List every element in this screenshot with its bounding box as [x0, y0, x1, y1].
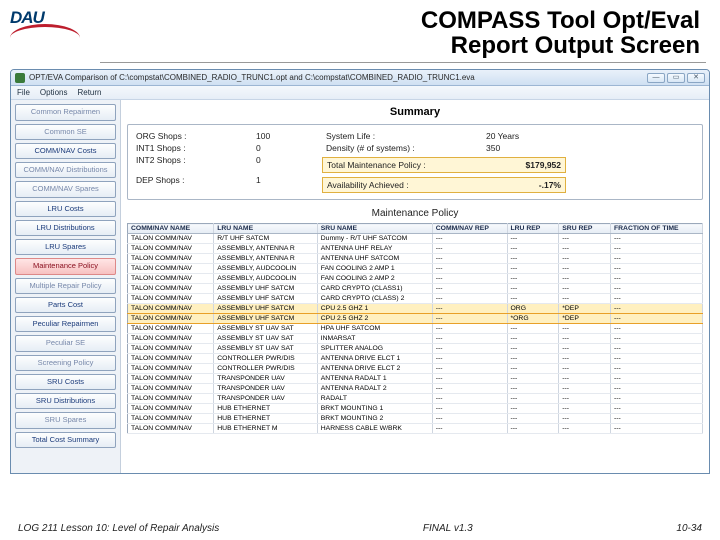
sidebar-item-5[interactable]: LRU Costs — [15, 201, 116, 217]
maximize-button[interactable]: ▭ — [667, 73, 685, 83]
table-row[interactable]: TALON COMM/NAVASSEMBLY, ANTENNA RANTENNA… — [128, 244, 703, 254]
sidebar-item-17[interactable]: Total Cost Summary — [15, 432, 116, 448]
sidebar-item-3[interactable]: COMM/NAV Distributions — [15, 162, 116, 178]
policy-table: COMM/NAV NAMELRU NAMESRU NAMECOMM/NAV RE… — [127, 223, 703, 434]
app-window: OPT/EVA Comparison of C:\compstat\COMBIN… — [10, 69, 710, 474]
footer-right: 10-34 — [676, 523, 702, 534]
dau-logo: DAU — [10, 8, 80, 40]
slide-title: COMPASS Tool Opt/Eval Report Output Scre… — [80, 8, 700, 58]
sum-v-2: 0 — [256, 155, 306, 173]
sum-v-1: 0 — [256, 143, 306, 153]
table-row[interactable]: TALON COMM/NAVR/T UHF SATCMDummy - R/T U… — [128, 234, 703, 244]
sidebar-item-11[interactable]: Peculiar Repairmen — [15, 316, 116, 332]
sidebar-item-7[interactable]: LRU Spares — [15, 239, 116, 255]
sum-hl-1: Total Maintenance Policy :$179,952 — [322, 157, 566, 173]
table-row[interactable]: TALON COMM/NAVASSEMBLY ST UAV SATHPA UHF… — [128, 324, 703, 334]
window-title: OPT/EVA Comparison of C:\compstat\COMBIN… — [29, 73, 643, 82]
sidebar-item-1[interactable]: Common SE — [15, 124, 116, 140]
sum-v2-1: 350 — [486, 143, 566, 153]
slide-footer: LOG 211 Lesson 10: Level of Repair Analy… — [18, 523, 702, 534]
minimize-button[interactable]: — — [647, 73, 665, 83]
menu-return[interactable]: Return — [77, 88, 101, 97]
footer-left: LOG 211 Lesson 10: Level of Repair Analy… — [18, 523, 219, 534]
sidebar-item-15[interactable]: SRU Distributions — [15, 393, 116, 409]
table-row[interactable]: TALON COMM/NAVASSEMBLY ST UAV SATSPLITTE… — [128, 344, 703, 354]
table-row[interactable]: TALON COMM/NAVTRANSPONDER UAVRADALT-----… — [128, 394, 703, 404]
menu-file[interactable]: File — [17, 88, 30, 97]
sidebar-item-10[interactable]: Parts Cost — [15, 297, 116, 313]
main-panel: Summary ORG Shops :100System Life :20 Ye… — [121, 100, 709, 473]
sum-l-1: INT1 Shops : — [136, 143, 236, 153]
sidebar: Common Repairmen Common SE COMM/NAV Costs C… — [11, 100, 121, 473]
table-row[interactable]: TALON COMM/NAVASSEMBLY UHF SATCMCPU 2.5 … — [128, 314, 703, 324]
menubar: File Options Return — [11, 86, 709, 100]
table-row[interactable]: TALON COMM/NAVASSEMBLY ST UAV SATINMARSA… — [128, 334, 703, 344]
table-row[interactable]: TALON COMM/NAVASSEMBLY, AUDCOOLINFAN COO… — [128, 274, 703, 284]
menu-options[interactable]: Options — [40, 88, 68, 97]
sum-l2-1: Density (# of systems) : — [326, 143, 466, 153]
col-5[interactable]: SRU REP — [559, 224, 611, 234]
sum-l-3: DEP Shops : — [136, 175, 236, 193]
sidebar-item-0[interactable]: Common Repairmen — [15, 104, 116, 120]
table-row[interactable]: TALON COMM/NAVCONTROLLER PWR/DISANTENNA … — [128, 364, 703, 374]
sidebar-item-13[interactable]: Screening Policy — [15, 355, 116, 371]
table-row[interactable]: TALON COMM/NAVTRANSPONDER UAVANTENNA RAD… — [128, 374, 703, 384]
table-row[interactable]: TALON COMM/NAVASSEMBLY UHF SATCMCPU 2.5 … — [128, 304, 703, 314]
col-0[interactable]: COMM/NAV NAME — [128, 224, 214, 234]
sidebar-item-12[interactable]: Peculiar SE — [15, 335, 116, 351]
sidebar-item-9[interactable]: Multiple Repair Policy — [15, 278, 116, 294]
divider — [100, 62, 706, 63]
sum-l-0: ORG Shops : — [136, 131, 236, 141]
titlebar: OPT/EVA Comparison of C:\compstat\COMBIN… — [11, 70, 709, 86]
sum-l-2: INT2 Shops : — [136, 155, 236, 173]
col-3[interactable]: COMM/NAV REP — [432, 224, 507, 234]
close-button[interactable]: ✕ — [687, 73, 705, 83]
table-row[interactable]: TALON COMM/NAVASSEMBLY UHF SATCMCARD CRY… — [128, 284, 703, 294]
footer-center: FINAL v1.3 — [423, 523, 473, 534]
col-2[interactable]: SRU NAME — [317, 224, 432, 234]
table-row[interactable]: TALON COMM/NAVTRANSPONDER UAVANTENNA RAD… — [128, 384, 703, 394]
summary-heading: Summary — [127, 104, 703, 124]
table-row[interactable]: TALON COMM/NAVHUB ETHERNET MHARNESS CABL… — [128, 424, 703, 434]
sidebar-item-16[interactable]: SRU Spares — [15, 412, 116, 428]
policy-heading: Maintenance Policy — [127, 200, 703, 223]
table-row[interactable]: TALON COMM/NAVASSEMBLY, ANTENNA RANTENNA… — [128, 254, 703, 264]
sidebar-item-4[interactable]: COMM/NAV Spares — [15, 181, 116, 197]
table-row[interactable]: TALON COMM/NAVASSEMBLY, AUDCOOLINFAN COO… — [128, 264, 703, 274]
sum-l2-0: System Life : — [326, 131, 466, 141]
sum-v-3: 1 — [256, 175, 306, 193]
col-4[interactable]: LRU REP — [507, 224, 559, 234]
sum-hl-2: Availability Achieved :-.17% — [322, 177, 566, 193]
table-row[interactable]: TALON COMM/NAVHUB ETHERNETBRKT MOUNTING … — [128, 414, 703, 424]
col-6[interactable]: FRACTION OF TIME — [611, 224, 703, 234]
table-row[interactable]: TALON COMM/NAVASSEMBLY UHF SATCMCARD CRY… — [128, 294, 703, 304]
sidebar-item-6[interactable]: LRU Distributions — [15, 220, 116, 236]
col-1[interactable]: LRU NAME — [214, 224, 318, 234]
sidebar-item-2[interactable]: COMM/NAV Costs — [15, 143, 116, 159]
sum-v-0: 100 — [256, 131, 306, 141]
sum-v2-0: 20 Years — [486, 131, 566, 141]
sidebar-item-14[interactable]: SRU Costs — [15, 374, 116, 390]
app-icon — [15, 73, 25, 83]
table-row[interactable]: TALON COMM/NAVHUB ETHERNETBRKT MOUNTING … — [128, 404, 703, 414]
sidebar-item-8[interactable]: Maintenance Policy — [15, 258, 116, 274]
summary-box: ORG Shops :100System Life :20 YearsINT1 … — [127, 124, 703, 200]
table-row[interactable]: TALON COMM/NAVCONTROLLER PWR/DISANTENNA … — [128, 354, 703, 364]
